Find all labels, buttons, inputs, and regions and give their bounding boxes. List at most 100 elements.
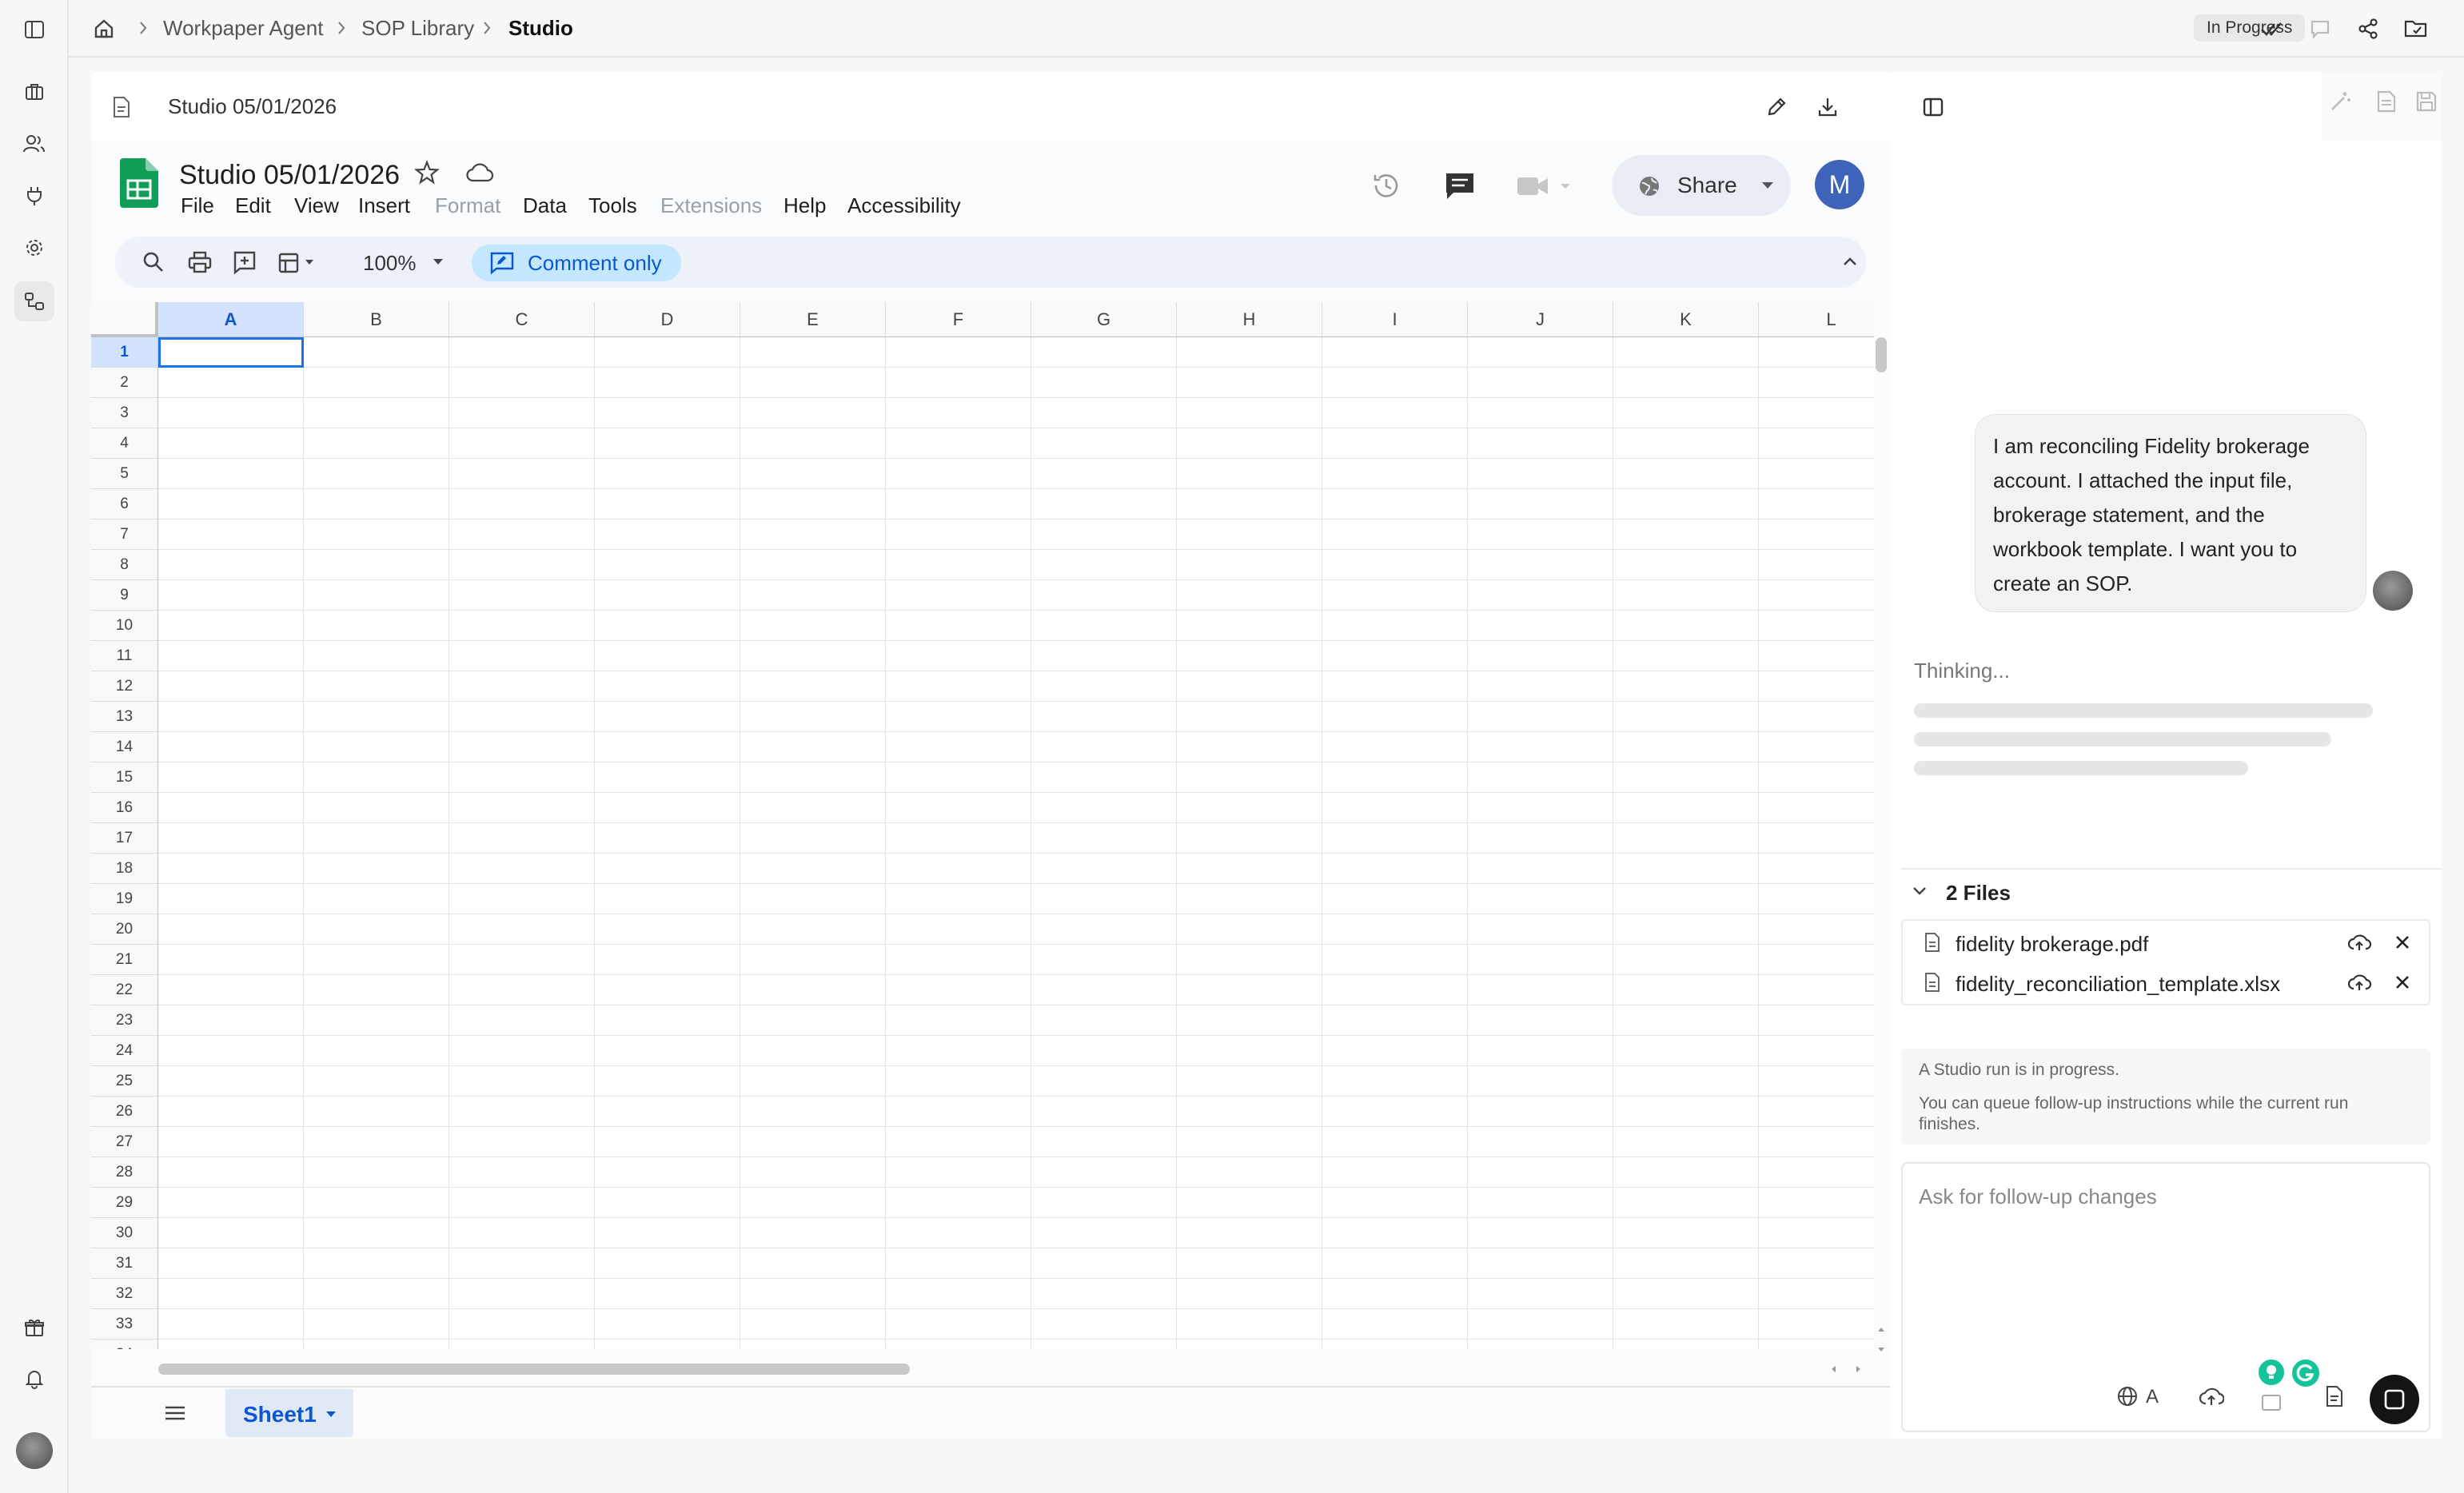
panel-toggle-icon[interactable] (1916, 90, 1951, 125)
row-header[interactable]: 9 (91, 580, 158, 611)
cloud-saved-icon[interactable] (465, 161, 494, 184)
row-header[interactable]: 20 (91, 914, 158, 945)
column-header-c[interactable]: C (449, 302, 595, 337)
row-header[interactable]: 8 (91, 550, 158, 580)
save-icon[interactable] (2414, 90, 2438, 113)
selected-cell-a1[interactable] (158, 337, 304, 368)
row-header[interactable]: 13 (91, 702, 158, 732)
close-icon[interactable] (2394, 934, 2411, 951)
column-header-d[interactable]: D (595, 302, 740, 337)
scroll-arrows-icon[interactable] (1876, 1324, 1887, 1356)
row-header[interactable]: 3 (91, 398, 158, 428)
column-header-k[interactable]: K (1613, 302, 1759, 337)
language-label[interactable]: A (2146, 1386, 2159, 1408)
scroll-left-right-icon[interactable] (1826, 1364, 1866, 1375)
attached-files-header[interactable]: 2 Files (1901, 868, 2442, 913)
document-attach-icon[interactable] (2323, 1384, 2346, 1408)
chevron-down-icon[interactable] (432, 257, 445, 267)
row-header[interactable]: 24 (91, 1036, 158, 1066)
menu-edit[interactable]: Edit (235, 193, 271, 218)
row-header[interactable]: 12 (91, 671, 158, 702)
column-header-e[interactable]: E (740, 302, 886, 337)
add-comment-icon[interactable] (232, 249, 257, 275)
star-icon[interactable] (414, 160, 440, 185)
column-header-h[interactable]: H (1177, 302, 1322, 337)
column-header-f[interactable]: F (886, 302, 1031, 337)
row-header[interactable]: 11 (91, 641, 158, 671)
gear-icon[interactable] (14, 228, 54, 268)
row-header[interactable]: 14 (91, 732, 158, 762)
home-icon[interactable] (86, 11, 122, 46)
follow-up-input[interactable] (1919, 1184, 2406, 1312)
breadcrumb-workpaper-agent[interactable]: Workpaper Agent (163, 16, 323, 41)
close-icon[interactable] (2394, 973, 2411, 991)
row-header[interactable]: 22 (91, 975, 158, 1005)
vertical-scrollbar[interactable] (1876, 337, 1887, 372)
file-item[interactable]: fidelity_reconciliation_template.xlsx (1903, 962, 2432, 1004)
menu-data[interactable]: Data (523, 193, 567, 218)
row-header[interactable]: 7 (91, 520, 158, 550)
row-header[interactable]: 2 (91, 368, 158, 398)
comment-icon[interactable] (2303, 11, 2338, 46)
row-header[interactable]: 23 (91, 1005, 158, 1036)
row-header[interactable]: 1 (91, 337, 158, 368)
zoom-level[interactable]: 100% (363, 251, 417, 276)
cloud-upload-icon[interactable] (2347, 932, 2371, 953)
sidebar-toggle-icon[interactable] (14, 10, 54, 50)
gift-icon[interactable] (14, 1308, 54, 1348)
row-header[interactable]: 29 (91, 1188, 158, 1218)
row-header[interactable]: 6 (91, 489, 158, 520)
cloud-upload-icon[interactable] (2347, 972, 2371, 993)
print-icon[interactable] (187, 249, 213, 275)
row-header[interactable]: 21 (91, 945, 158, 975)
row-header[interactable]: 5 (91, 459, 158, 489)
menu-insert[interactable]: Insert (358, 193, 410, 218)
attachment-tray-icon[interactable] (2259, 1391, 2283, 1413)
row-header[interactable]: 15 (91, 762, 158, 793)
horizontal-scrollbar[interactable] (158, 1364, 910, 1375)
row-header[interactable]: 34 (91, 1340, 158, 1349)
menu-tools[interactable]: Tools (588, 193, 637, 218)
spreadsheet-grid[interactable]: ABCDEFGHIJKL 1 2 3 4 5 6 7 8 9 10 11 12 13 14 15 16 17 18… (91, 302, 1874, 1349)
share-nodes-icon[interactable] (2350, 11, 2386, 46)
double-check-icon[interactable] (2255, 11, 2290, 46)
stop-run-button[interactable] (2370, 1375, 2419, 1424)
row-header[interactable]: 18 (91, 854, 158, 884)
column-header-j[interactable]: J (1468, 302, 1613, 337)
edit-pencil-icon[interactable] (1759, 90, 1794, 125)
select-all-corner[interactable] (91, 302, 158, 337)
row-header[interactable]: 19 (91, 884, 158, 914)
column-header-i[interactable]: I (1322, 302, 1468, 337)
comments-icon[interactable] (1444, 171, 1476, 201)
grammarly-bulb-icon[interactable] (2256, 1357, 2287, 1387)
row-header[interactable]: 32 (91, 1279, 158, 1309)
column-header-g[interactable]: G (1031, 302, 1177, 337)
chevron-down-icon[interactable] (1760, 181, 1775, 190)
plug-icon[interactable] (14, 176, 54, 216)
row-header[interactable]: 4 (91, 428, 158, 459)
search-icon[interactable] (141, 249, 166, 275)
row-header[interactable]: 16 (91, 793, 158, 823)
row-header[interactable]: 26 (91, 1097, 158, 1127)
version-history-icon[interactable] (1370, 169, 1402, 201)
row-header[interactable]: 28 (91, 1157, 158, 1188)
users-icon[interactable] (14, 124, 54, 164)
menu-accessibility[interactable]: Accessibility (847, 193, 961, 218)
row-header[interactable]: 33 (91, 1309, 158, 1340)
row-header[interactable]: 25 (91, 1066, 158, 1097)
document-list-icon[interactable] (2374, 90, 2398, 113)
file-item[interactable]: fidelity brokerage.pdf (1903, 921, 2432, 962)
folder-check-icon[interactable] (2398, 11, 2434, 46)
workflow-icon[interactable] (14, 281, 54, 321)
share-button[interactable]: Share (1612, 155, 1791, 216)
breadcrumb-sop-library[interactable]: SOP Library (361, 16, 474, 41)
all-sheets-menu-icon[interactable] (163, 1403, 187, 1423)
menu-help[interactable]: Help (783, 193, 826, 218)
menu-view[interactable]: View (294, 193, 339, 218)
cloud-upload-icon[interactable] (2199, 1384, 2224, 1408)
chevron-down-icon[interactable] (325, 1410, 337, 1419)
row-header[interactable]: 17 (91, 823, 158, 854)
meet-camera-icon[interactable] (1516, 173, 1572, 200)
column-header-b[interactable]: B (304, 302, 449, 337)
collapse-chevron-up-icon[interactable] (1842, 256, 1858, 267)
